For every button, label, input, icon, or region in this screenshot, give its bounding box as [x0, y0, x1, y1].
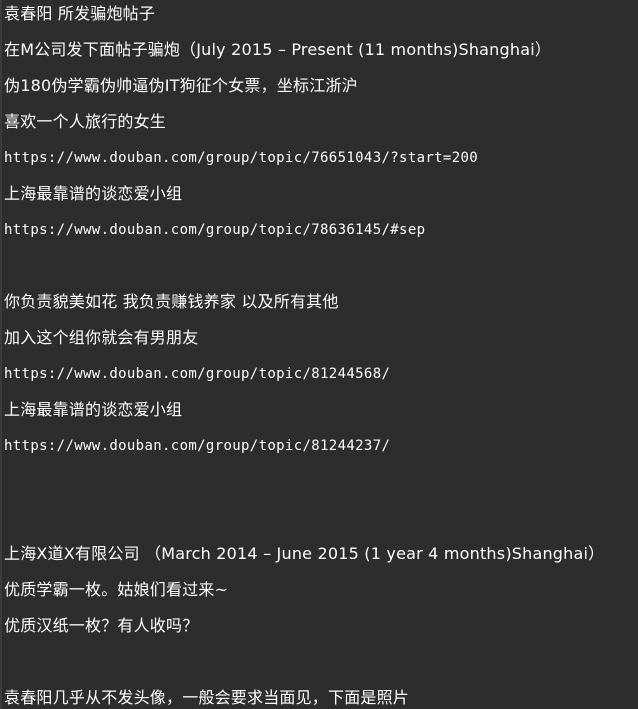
url-line: https://www.douban.com/group/topic/76651…: [4, 150, 479, 166]
text-line: 你负责貌美如花 我负责赚钱养家 以及所有其他: [4, 292, 339, 311]
url-line: https://www.douban.com/group/topic/78636…: [4, 222, 426, 238]
text-line: 优质汉纸一枚？有人收吗？: [4, 616, 199, 635]
text-line: 上海X道X有限公司 （March 2014 – June 2015 (1 yea…: [4, 544, 605, 563]
text-line: 喜欢一个人旅行的女生: [4, 112, 167, 131]
text-line: 优质学霸一枚。姑娘们看过来~: [4, 580, 229, 599]
text-line: 伪180伪学霸伪帅逼伪IT狗征个女票，坐标江浙沪: [4, 76, 358, 95]
text-line: 袁春阳几乎从不发头像，一般会要求当面见，下面是照片: [4, 688, 410, 707]
text-line: 在M公司发下面帖子骗炮（July 2015 – Present (11 mont…: [4, 40, 552, 59]
url-line: https://www.douban.com/group/topic/81244…: [4, 366, 391, 382]
text-line: 上海最靠谱的谈恋爱小组: [4, 184, 183, 203]
terminal-output: 袁春阳 所发骗炮帖子 在M公司发下面帖子骗炮（July 2015 – Prese…: [4, 0, 638, 709]
url-line: https://www.douban.com/group/topic/81244…: [4, 438, 391, 454]
text-line: 加入这个组你就会有男朋友: [4, 328, 199, 347]
text-line: 上海最靠谱的谈恋爱小组: [4, 400, 183, 419]
text-line: 袁春阳 所发骗炮帖子: [4, 4, 156, 23]
